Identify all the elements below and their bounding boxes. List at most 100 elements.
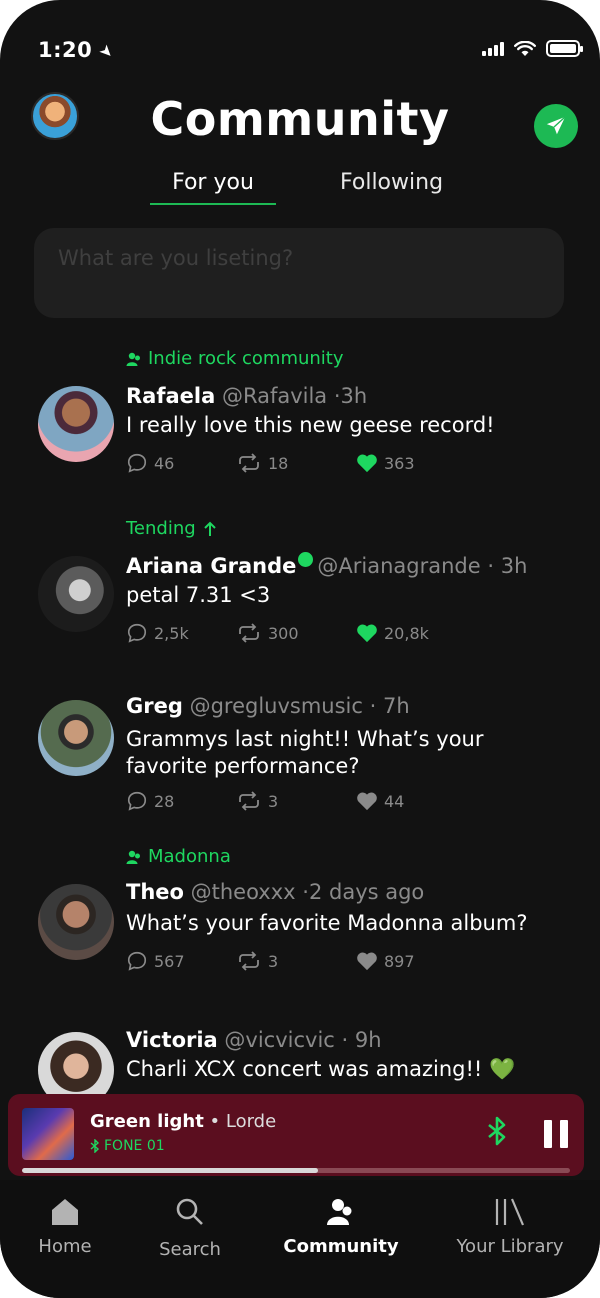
status-time: 1:20 ➤ [38,38,119,63]
repost-count: 3 [268,791,279,811]
search-icon [176,1198,203,1225]
bluetooth-small-icon [90,1139,100,1153]
post-actions: 2,5k 300 20,8k [126,622,429,644]
send-button[interactable] [534,104,578,148]
like-button[interactable]: 897 [356,950,415,972]
playback-progress[interactable] [22,1168,570,1173]
like-button[interactable]: 363 [356,452,415,474]
repost-count: 18 [268,453,289,473]
author-name[interactable]: Theo [126,880,184,904]
post-time: ·3h [333,384,368,408]
repost-button[interactable]: 3 [236,950,356,972]
post-tag-label: Madonna [148,846,231,867]
nav-label: Your Library [456,1236,564,1257]
repost-icon [239,951,259,971]
post-text: petal 7.31 <3 [126,583,271,607]
post-tag-label: Indie rock community [148,348,344,369]
author-handle[interactable]: @Rafavila [222,384,327,408]
pause-icon [544,1120,552,1148]
repost-icon [239,453,259,473]
community-icon [126,352,140,366]
post-header: Ariana Grande @Arianagrande · 3h [126,552,528,578]
comment-icon [127,453,147,473]
like-count: 44 [384,791,405,811]
comment-icon [127,623,147,643]
post-header: Rafaela @Rafavila ·3h [126,384,367,408]
post-tag[interactable]: Madonna [126,846,231,867]
repost-button[interactable]: 300 [236,622,356,644]
status-icons [482,40,583,57]
author-name[interactable]: Rafaela [126,384,215,408]
location-arrow-icon: ➤ [95,39,119,64]
bluetooth-icon[interactable] [486,1116,508,1146]
now-playing-bar[interactable]: Green light • Lorde FONE 01 [8,1094,584,1176]
post-composer[interactable] [34,228,564,318]
post-text: Charli XCX concert was amazing!! 💚 [126,1057,516,1081]
page-title: Community [150,92,450,146]
heart-icon [357,454,377,473]
author-name[interactable]: Ariana Grande [126,554,296,578]
like-count: 20,8k [384,623,429,643]
author-handle[interactable]: @gregluvsmusic [190,694,363,718]
composer-input[interactable] [58,246,540,270]
like-button[interactable]: 20,8k [356,622,429,644]
author-handle[interactable]: @Arianagrande [317,554,480,578]
post-actions: 28 3 44 [126,790,404,812]
cellular-signal-icon [482,41,504,56]
nav-community[interactable]: Community [280,1192,402,1257]
repost-count: 3 [268,951,279,971]
comment-count: 46 [154,453,175,473]
track-separator: • [203,1111,226,1132]
tab-for-you[interactable]: For you [150,170,276,205]
avatar[interactable] [38,700,114,776]
post-tag[interactable]: Tending [126,518,218,539]
nav-label: Search [159,1239,221,1260]
repost-icon [239,623,259,643]
post-header: Victoria @vicvicvic · 9h [126,1028,382,1052]
nav-search[interactable]: Search [148,1192,232,1260]
nav-home[interactable]: Home [30,1192,100,1257]
comment-button[interactable]: 46 [126,452,236,474]
tab-following[interactable]: Following [340,170,443,195]
repost-button[interactable]: 3 [236,790,356,812]
repost-button[interactable]: 18 [236,452,356,474]
author-name[interactable]: Victoria [126,1028,218,1052]
track-info[interactable]: Green light • Lorde [90,1111,276,1132]
device-name: FONE 01 [104,1138,165,1154]
post-tag[interactable]: Indie rock community [126,348,344,369]
like-button[interactable]: 44 [356,790,404,812]
post-header: Greg @gregluvsmusic · 7h [126,694,410,718]
post-time: · 7h [369,694,410,718]
avatar[interactable] [38,556,114,632]
pause-button[interactable] [544,1120,568,1148]
verified-badge-icon [298,552,314,567]
bottom-nav: Home Search Community Your Library [0,1180,600,1298]
post-actions: 567 3 897 [126,950,415,972]
post-text: Grammys last night!! What’s your favorit… [126,727,484,778]
home-icon [52,1199,78,1225]
comment-count: 2,5k [154,623,189,643]
heart-icon [357,952,377,971]
author-handle[interactable]: @vicvicvic [224,1028,334,1052]
comment-button[interactable]: 2,5k [126,622,236,644]
comment-button[interactable]: 567 [126,950,236,972]
clock: 1:20 [38,38,93,62]
nav-your-library[interactable]: Your Library [450,1192,570,1257]
community-icon [327,1199,352,1225]
comment-button[interactable]: 28 [126,790,236,812]
repost-icon [239,791,259,811]
community-icon [126,850,140,864]
album-cover[interactable] [22,1108,74,1160]
post-time: · 3h [487,554,528,578]
post-time: · 9h [341,1028,382,1052]
post-actions: 46 18 363 [126,452,415,474]
author-name[interactable]: Greg [126,694,183,718]
track-artist: Lorde [225,1111,277,1132]
avatar[interactable] [38,884,114,960]
author-handle[interactable]: @theoxxx [191,880,296,904]
nav-label: Home [38,1236,92,1257]
repost-count: 300 [268,623,299,643]
output-device[interactable]: FONE 01 [90,1138,165,1154]
send-icon [546,116,566,135]
avatar[interactable] [38,386,114,462]
